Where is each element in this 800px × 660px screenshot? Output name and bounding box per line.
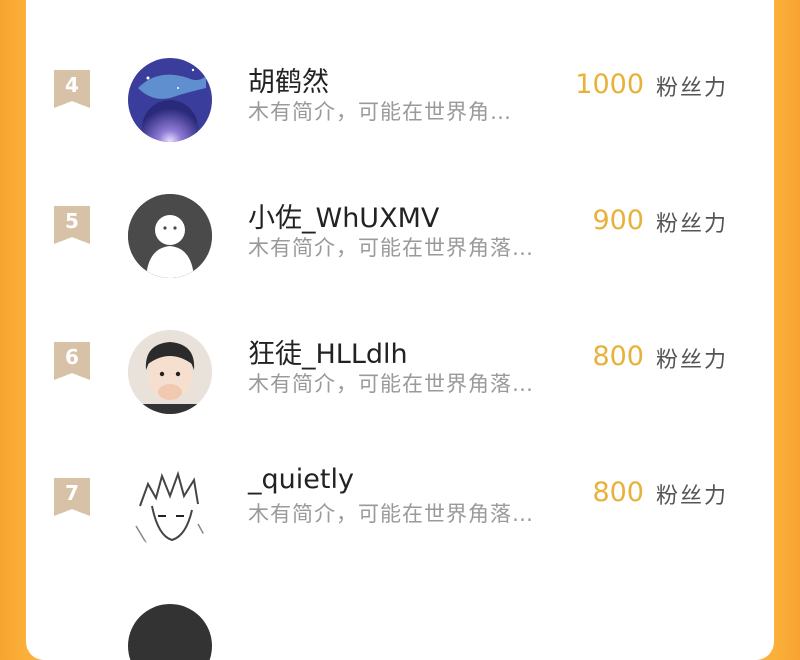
fan-ranking-card: 4 胡鹤然 木有简介，可能在世界角… 1000 粉丝力 5 小佐_WhUXMV …	[26, 0, 774, 660]
fan-power-unit: 粉丝力	[656, 484, 729, 509]
avatar[interactable]	[128, 604, 212, 660]
fan-power-count: 800	[592, 477, 644, 508]
user-description: 木有简介，可能在世界角落…	[248, 236, 534, 260]
fan-power-count: 900	[592, 205, 644, 236]
list-item[interactable]: 6 狂徒_HLLdlh 木有简介，可能在世界角落… 800 粉丝力	[26, 330, 774, 452]
user-name[interactable]: 狂徒_HLLdlh	[248, 332, 408, 371]
user-description: 木有简介，可能在世界角落…	[248, 502, 534, 526]
avatar[interactable]	[128, 194, 212, 278]
rank-badge: 6	[54, 342, 90, 380]
avatar[interactable]	[128, 330, 212, 414]
manga-avatar-image	[128, 466, 212, 550]
fan-power-unit: 粉丝力	[656, 348, 729, 373]
default-user-avatar-image	[128, 194, 212, 278]
rank-badge: 4	[54, 70, 90, 108]
list-item[interactable]: 4 胡鹤然 木有简介，可能在世界角… 1000 粉丝力	[26, 58, 774, 180]
list-item[interactable]: 5 小佐_WhUXMV 木有简介，可能在世界角落… 900 粉丝力	[26, 194, 774, 316]
fan-power-count: 1000	[575, 69, 644, 100]
cartoon-boy-avatar-image	[128, 330, 212, 414]
user-name[interactable]: _quietly	[248, 464, 354, 495]
user-name[interactable]: 胡鹤然	[248, 60, 329, 99]
user-description: 木有简介，可能在世界角…	[248, 100, 512, 124]
user-description: 木有简介，可能在世界角落…	[248, 372, 534, 396]
fan-power-unit: 粉丝力	[656, 76, 729, 101]
avatar[interactable]	[128, 466, 212, 550]
rank-badge: 7	[54, 478, 90, 516]
user-name[interactable]: 小佐_WhUXMV	[248, 196, 439, 235]
galaxy-avatar-image	[128, 58, 212, 142]
avatar[interactable]	[128, 58, 212, 142]
fan-power-count: 800	[592, 341, 644, 372]
rank-badge: 5	[54, 206, 90, 244]
fan-power-unit: 粉丝力	[656, 212, 729, 237]
list-item[interactable]: 7 _quietly 木有简介，可能在世界角落… 800 粉丝力	[26, 464, 774, 588]
